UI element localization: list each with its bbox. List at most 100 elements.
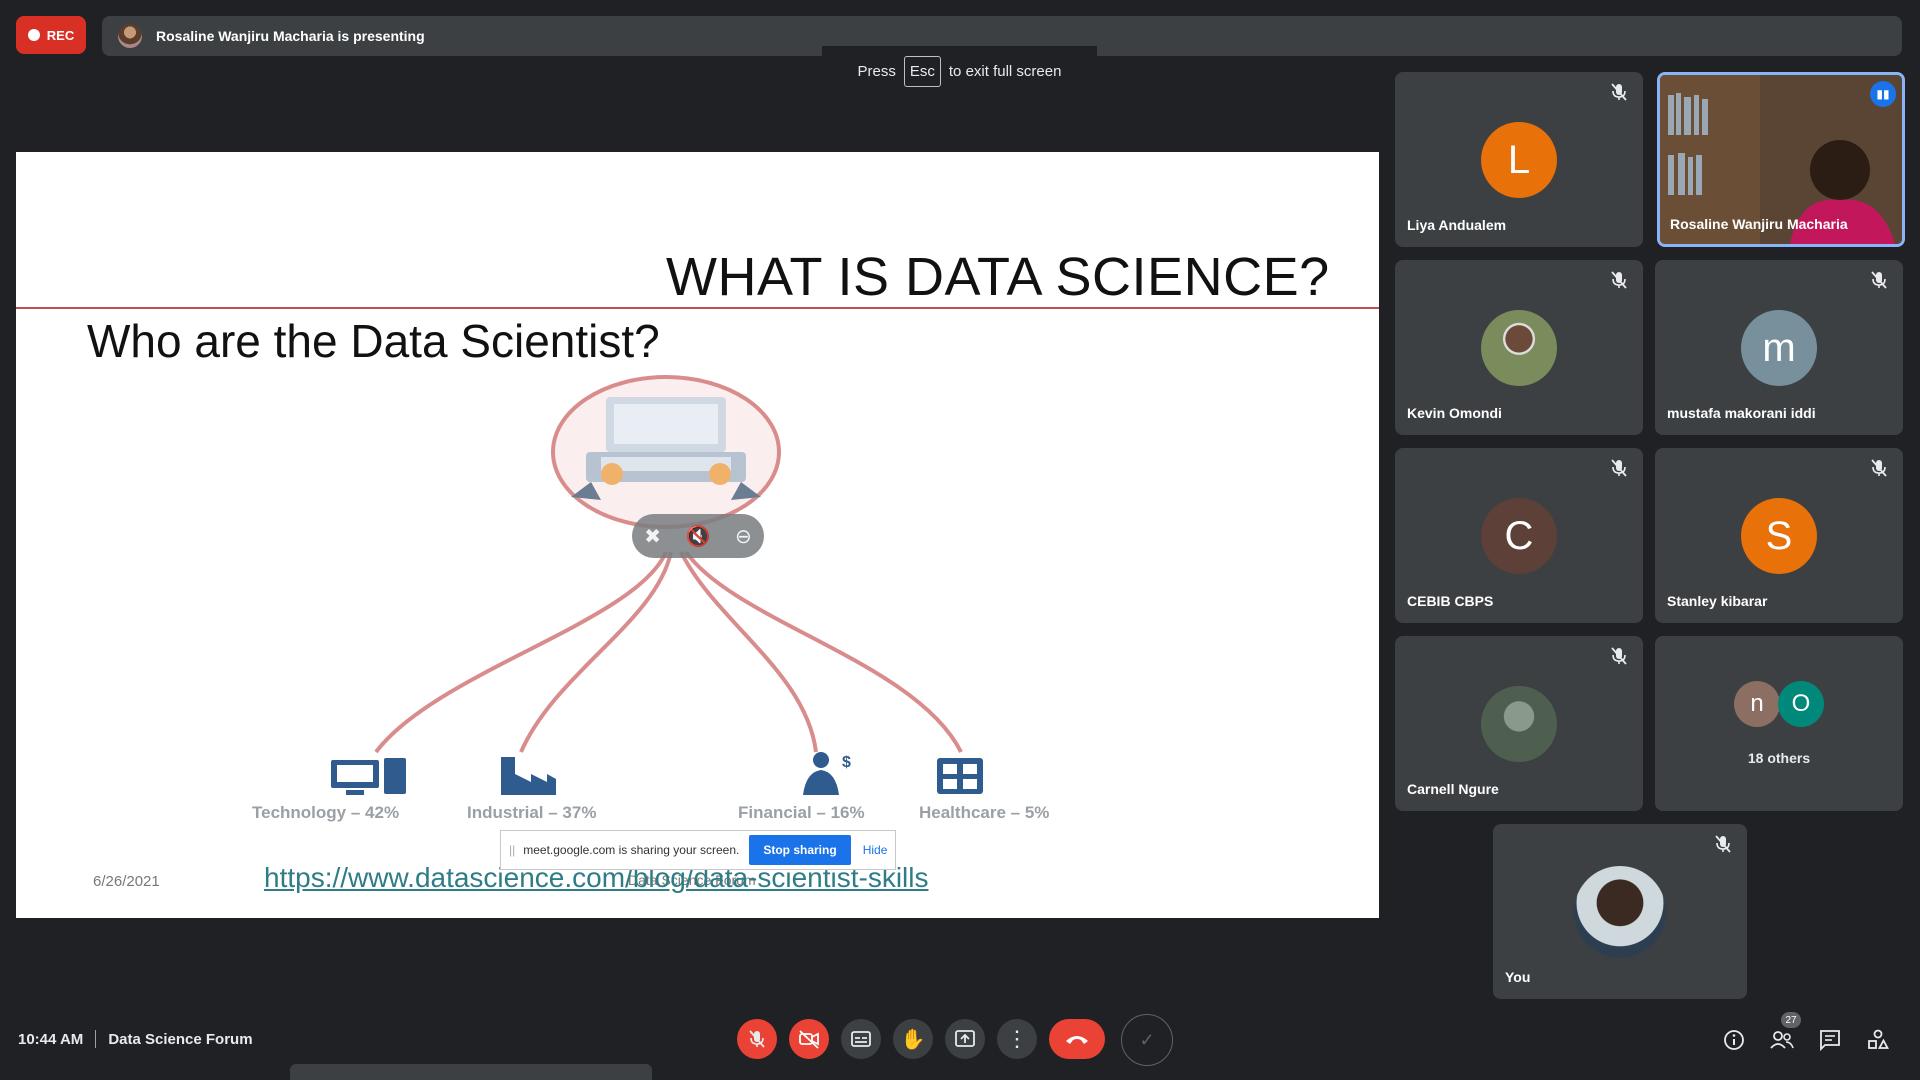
participant-tile-presenter[interactable]: ▮▮ Rosaline Wanjiru Macharia [1657,72,1905,247]
recording-badge: REC [16,16,86,54]
mic-off-icon [1715,835,1731,853]
category-label-technology: Technology – 42% [252,803,400,822]
avatar-photo [1481,310,1557,386]
branch-line-financial [679,551,818,753]
category-label-industrial: Industrial – 37% [467,803,597,822]
avatar: S [1741,498,1817,574]
participant-tile[interactable]: L Liya Andualem [1395,72,1643,247]
clock: 10:44 AM [18,1030,84,1048]
fullscreen-hint-after: to exit full screen [948,62,1062,80]
participant-name: Rosaline Wanjiru Macharia [1670,216,1848,232]
slide-divider [16,307,1379,309]
category-label-financial: Financial – 16% [738,803,865,822]
mic-off-icon [1871,459,1887,477]
meeting-name: Data Science Forum [108,1030,253,1048]
avatar: C [1481,498,1557,574]
present-button[interactable] [945,1019,985,1059]
participant-name: CEBIB CBPS [1407,593,1494,609]
fullscreen-hint: Press Esc to exit full screen [822,46,1097,96]
chat-icon [1820,1030,1840,1052]
checkmark-button[interactable]: ✓ [1121,1014,1173,1066]
svg-text:$: $ [842,754,851,771]
meeting-info: 10:44 AM Data Science Forum [18,1030,253,1048]
avatar: n [1734,681,1780,727]
stop-sharing-button[interactable]: Stop sharing [749,835,851,865]
branch-line-healthcare [684,550,963,753]
participant-tile[interactable]: Carnell Ngure [1395,636,1643,811]
speaking-indicator-icon: ▮▮ [1870,81,1896,107]
avatar: O [1778,681,1824,727]
drag-handle-icon[interactable]: || [509,843,515,857]
camera-toggle-button[interactable] [789,1019,829,1059]
mic-off-icon [749,1030,765,1048]
participant-tile[interactable]: C CEBIB CBPS [1395,448,1643,623]
branch-line-technology [374,551,668,754]
avatar: L [1481,122,1557,198]
presentation-mini-controls: ✖ 🔇 ⊖ [632,514,764,558]
activities-button[interactable] [1864,1026,1892,1054]
avatar-photo [1574,866,1666,958]
participant-name: Kevin Omondi [1407,405,1502,421]
category-label-healthcare: Healthcare – 5% [919,803,1050,822]
meeting-details-button[interactable] [1720,1026,1748,1054]
mic-toggle-button[interactable] [737,1019,777,1059]
people-icon [1770,1031,1794,1049]
slide-date: 6/26/2021 [93,873,160,890]
participant-name: Stanley kibarar [1667,593,1768,609]
divider [95,1030,97,1048]
mic-off-icon [1871,271,1887,289]
others-tile[interactable]: n O 18 others [1655,636,1903,811]
camera-off-icon [799,1030,819,1049]
participant-tile[interactable]: m mustafa makorani iddi [1655,260,1903,435]
hand-icon: ✋ [900,1028,926,1051]
people-button[interactable] [1768,1026,1796,1054]
record-dot-icon [27,29,40,41]
info-icon [1724,1030,1744,1050]
mic-off-icon [1611,647,1627,665]
pin-off-icon[interactable]: ✖ [644,524,661,549]
raise-hand-button[interactable]: ✋ [893,1019,933,1059]
more-options-button[interactable]: ⋮ [997,1019,1037,1059]
participant-tile[interactable]: Kevin Omondi [1395,260,1643,435]
volume-off-icon[interactable]: 🔇 [686,524,711,549]
avatar: m [1741,310,1817,386]
participant-name: You [1505,969,1531,985]
rec-label: REC [46,27,75,43]
participant-tile[interactable]: S Stanley kibarar [1655,448,1903,623]
self-tile[interactable]: You [1493,824,1747,999]
presenting-text: Rosaline Wanjiru Macharia is presenting [156,28,425,44]
hide-banner-button[interactable]: Hide [863,843,888,857]
avatar-photo [1481,686,1557,762]
participant-name: mustafa makorani iddi [1667,405,1816,421]
chat-button[interactable] [1816,1026,1844,1054]
branch-line-industrial [519,551,673,753]
check-icon: ✓ [1139,1029,1155,1050]
participant-count-badge: 27 [1781,1012,1801,1028]
esc-key: Esc [903,55,941,87]
taskbar-preview [290,1064,652,1080]
mic-off-icon [1611,83,1627,101]
mic-off-icon [1611,459,1627,477]
share-banner-message: meet.google.com is sharing your screen. [523,843,740,857]
leave-call-button[interactable] [1049,1019,1105,1059]
hang-up-icon [1066,1036,1088,1044]
screen-share-banner: || meet.google.com is sharing your scree… [500,830,896,870]
slide-title: WHAT IS DATA SCIENCE? [666,247,1330,307]
captions-icon [851,1031,871,1047]
presenter-avatar [118,24,142,48]
mic-off-icon [1611,271,1627,289]
remove-icon[interactable]: ⊖ [735,524,752,549]
slide-subtitle: Who are the Data Scientist? [87,315,660,367]
more-vert-icon: ⋮ [1006,1026,1028,1051]
hospital-icon [937,758,983,794]
fullscreen-hint-before: Press [857,62,896,80]
banker-icon: $ [803,752,851,795]
participant-name: Liya Andualem [1407,217,1507,233]
activities-icon [1868,1029,1889,1049]
computer-icon [331,758,406,795]
present-screen-icon [955,1030,975,1047]
others-count-label: 18 others [1747,750,1811,766]
factory-icon [501,757,556,795]
captions-button[interactable] [841,1019,881,1059]
participant-name: Carnell Ngure [1407,781,1499,797]
